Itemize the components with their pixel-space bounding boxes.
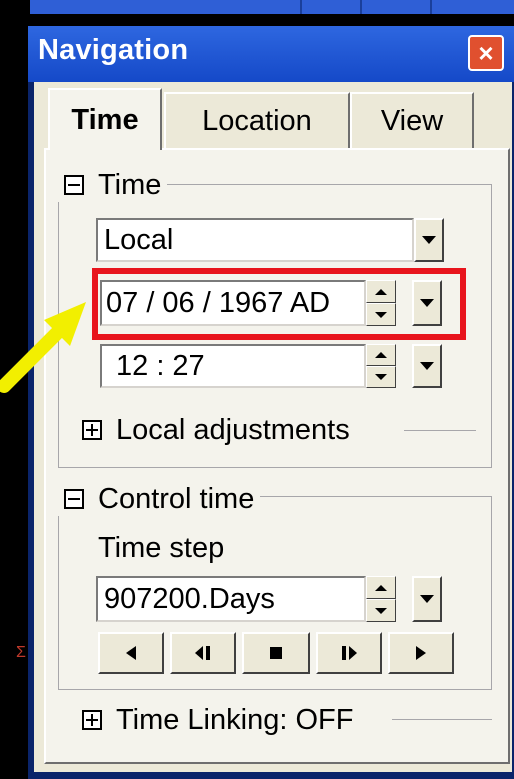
step-backward-button[interactable] [170,632,236,674]
background-window-strip [30,0,514,14]
annotation-arrow-icon [0,302,86,393]
time-linking-toggle[interactable]: Time Linking: OFF [76,702,359,738]
arrow-up-icon [375,352,387,358]
time-spin-down[interactable] [366,366,396,388]
separator-line [404,430,476,431]
tab-time[interactable]: Time [48,88,162,150]
time-group-title: Time [98,168,162,201]
collapse-icon[interactable] [64,175,84,195]
time-step-spin-down[interactable] [366,599,396,622]
time-step-value: 907200.Days [104,582,275,615]
time-spin-up[interactable] [366,344,396,366]
control-time-title: Control time [98,482,255,515]
chevron-down-icon [420,595,434,603]
chevron-down-icon [420,362,434,370]
time-step-spinner[interactable] [366,576,396,622]
arrow-up-icon [375,584,387,591]
tab-view[interactable]: View [350,92,474,148]
time-linking-label: Time Linking: OFF [116,703,354,736]
time-value: 12 : 27 [116,349,205,382]
time-step-spin-up[interactable] [366,576,396,599]
time-mode-select[interactable]: Local [96,218,414,262]
time-step-dropdown-button[interactable] [412,576,442,622]
time-dropdown-button[interactable] [412,344,442,388]
tab-location[interactable]: Location [164,92,350,148]
play-forward-button[interactable] [388,632,454,674]
window-title: Navigation [38,34,189,66]
tab-view-label: View [380,104,444,137]
time-group-header[interactable]: Time [58,168,168,202]
background-side-mark: Σ [16,644,26,661]
step-forward-button[interactable] [316,632,382,674]
arrow-down-icon [375,374,387,380]
time-step-label: Time step [98,532,225,564]
collapse-icon[interactable] [64,489,84,509]
separator-line [392,719,492,720]
time-step-field[interactable]: 907200.Days [96,576,366,622]
play-backward-button[interactable] [98,632,164,674]
time-field[interactable]: 12 : 27 [100,344,366,388]
expand-icon[interactable] [82,420,102,440]
time-mode-value: Local [104,223,174,256]
control-time-header[interactable]: Control time [58,482,261,516]
stop-icon [270,647,282,659]
stop-button[interactable] [242,632,310,674]
tab-location-label: Location [202,104,312,137]
close-button[interactable]: × [468,35,504,71]
local-adjustments-label: Local adjustments [116,413,350,446]
expand-icon[interactable] [82,710,102,730]
arrow-down-icon [375,607,387,614]
play-backward-icon [126,646,136,660]
tab-time-label: Time [71,103,139,136]
time-spinner[interactable] [366,344,396,388]
step-forward-icon [342,646,357,660]
play-forward-icon [416,646,426,660]
local-adjustments-toggle[interactable]: Local adjustments [76,412,356,448]
highlight-box [92,268,466,340]
chevron-down-icon [422,236,436,244]
time-mode-dropdown-button[interactable] [414,218,444,262]
step-backward-icon [195,646,210,660]
